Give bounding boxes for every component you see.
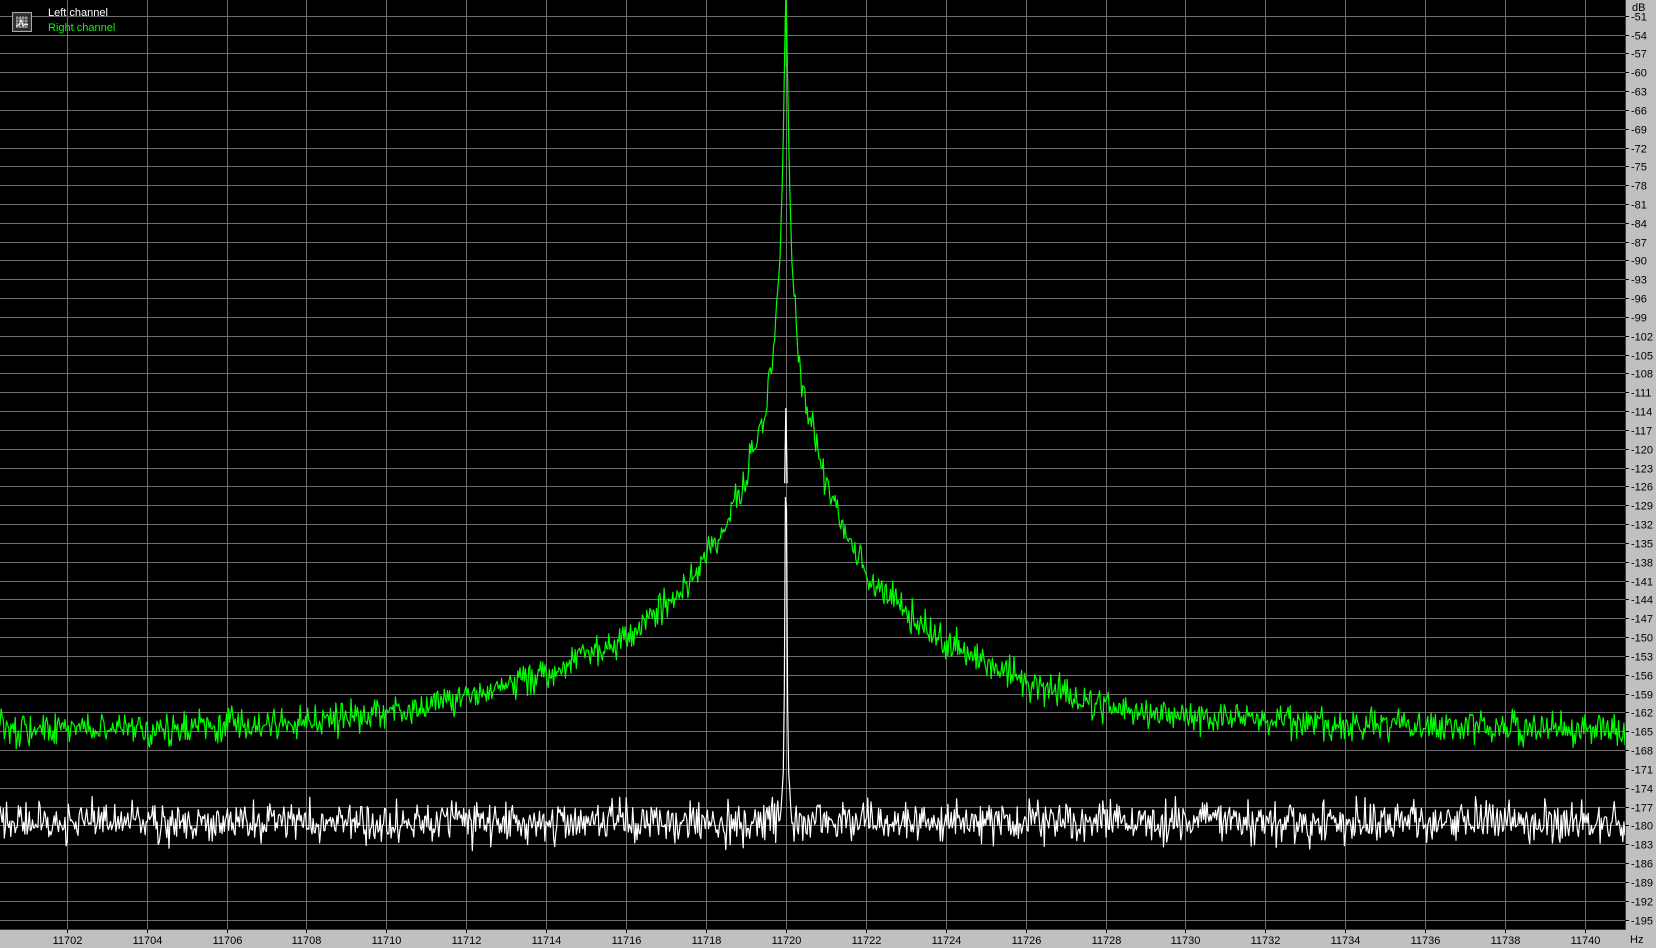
y-tick-label: -174 xyxy=(1631,784,1653,796)
y-tick-label: -177 xyxy=(1631,803,1653,815)
y-tick-label: -138 xyxy=(1631,558,1653,570)
x-tick-label: 11708 xyxy=(292,935,322,947)
x-tick-label: 11710 xyxy=(372,935,402,947)
y-tick-label: -78 xyxy=(1631,181,1647,193)
y-tick-label: -57 xyxy=(1631,49,1647,61)
y-tick-label: -63 xyxy=(1631,87,1647,99)
spectrum-analyzer: -51 -54 -57 -60 -63 -66 -69 -72 -75 -78 -81 -84 -87-… xyxy=(0,0,1656,948)
y-tick-label: -183 xyxy=(1631,840,1653,852)
y-tick-label: -120 xyxy=(1631,445,1653,457)
y-tick-label: -111 xyxy=(1631,388,1651,400)
y-tick-label: -102 xyxy=(1631,332,1653,344)
x-tick-label: 11732 xyxy=(1251,935,1281,947)
y-tick-label: -192 xyxy=(1631,897,1653,909)
y-tick-label: -180 xyxy=(1631,821,1653,833)
x-tick-label: 11738 xyxy=(1491,935,1521,947)
x-unit-label: Hz xyxy=(1630,934,1643,946)
y-tick-label: -147 xyxy=(1631,614,1653,626)
y-tick-label: -54 xyxy=(1631,31,1647,43)
x-axis: 11702 11704 11706 11708 11710 11712 11714 11716… xyxy=(53,929,1601,947)
y-tick-label: -60 xyxy=(1631,68,1647,80)
y-tick-label: -75 xyxy=(1631,162,1647,174)
y-tick-label: -141 xyxy=(1631,577,1653,589)
x-tick-label: 11730 xyxy=(1171,935,1201,947)
x-tick-label: 11702 xyxy=(53,935,83,947)
x-tick-label: 11734 xyxy=(1331,935,1361,947)
y-tick-label: -96 xyxy=(1631,294,1647,306)
y-tick-label: -117 xyxy=(1631,426,1652,438)
y-tick-label: -69 xyxy=(1631,125,1647,137)
plot-background xyxy=(0,0,1625,929)
x-tick-label: 11704 xyxy=(133,935,163,947)
y-tick-label: -105 xyxy=(1631,351,1653,363)
y-tick-label: -135 xyxy=(1631,539,1653,551)
y-tick-label: -93 xyxy=(1631,275,1647,287)
y-tick-label: -153 xyxy=(1631,652,1653,664)
y-tick-label: -72 xyxy=(1631,144,1647,156)
y-tick-label: -99 xyxy=(1631,313,1647,325)
legend-entry-right-channel: Right channel xyxy=(48,22,116,34)
x-tick-label: 11706 xyxy=(213,935,243,947)
y-tick-label: -84 xyxy=(1631,219,1647,231)
x-tick-label: 11718 xyxy=(692,935,722,947)
x-tick-label: 11724 xyxy=(932,935,962,947)
y-tick-label: -132 xyxy=(1631,520,1653,532)
x-tick-label: 11728 xyxy=(1092,935,1122,947)
x-tick-label: 11712 xyxy=(452,935,482,947)
y-axis: -51-54-57-60-63-66-69-72-75-78-81-84-87-… xyxy=(1625,12,1653,928)
y-tick-label: -129 xyxy=(1631,501,1653,513)
grid-toggle-icon[interactable] xyxy=(12,12,32,32)
y-tick-label: -162 xyxy=(1631,708,1653,720)
y-tick-label: -165 xyxy=(1631,727,1653,739)
x-tick-label: 11720 xyxy=(772,935,802,947)
y-tick-label: -168 xyxy=(1631,746,1653,758)
y-tick-label: -171 xyxy=(1631,765,1653,777)
y-tick-label: -87 xyxy=(1631,238,1647,250)
x-tick-label: 11722 xyxy=(852,935,882,947)
x-tick-label: 11726 xyxy=(1012,935,1042,947)
legend-entries: Left channel Right channel xyxy=(48,6,115,36)
y-tick-label: -123 xyxy=(1631,464,1653,476)
x-tick-label: 11736 xyxy=(1411,935,1441,947)
legend: Left channel Right channel xyxy=(12,6,115,40)
y-tick-label: -114 xyxy=(1631,407,1652,419)
y-tick-label: -81 xyxy=(1631,200,1647,212)
x-tick-label: 11714 xyxy=(532,935,562,947)
y-tick-label: -156 xyxy=(1631,671,1653,683)
y-tick-label: -126 xyxy=(1631,482,1653,494)
y-tick-label: -186 xyxy=(1631,859,1653,871)
spectrum-plot: -51-54-57-60-63-66-69-72-75-78-81-84-87-… xyxy=(0,0,1653,947)
y-tick-label: -66 xyxy=(1631,106,1647,118)
y-unit-label: dB xyxy=(1632,2,1645,14)
y-tick-label: -108 xyxy=(1631,369,1653,381)
x-tick-label: 11740 xyxy=(1571,935,1601,947)
x-tick-label: 11716 xyxy=(612,935,642,947)
y-tick-label: -150 xyxy=(1631,633,1653,645)
legend-entry-left-channel: Left channel xyxy=(48,7,108,19)
y-tick-label: -144 xyxy=(1631,595,1653,607)
y-tick-label: -195 xyxy=(1631,916,1653,928)
y-tick-label: -90 xyxy=(1631,256,1647,268)
y-tick-label: -159 xyxy=(1631,690,1653,702)
y-tick-label: -189 xyxy=(1631,878,1653,890)
